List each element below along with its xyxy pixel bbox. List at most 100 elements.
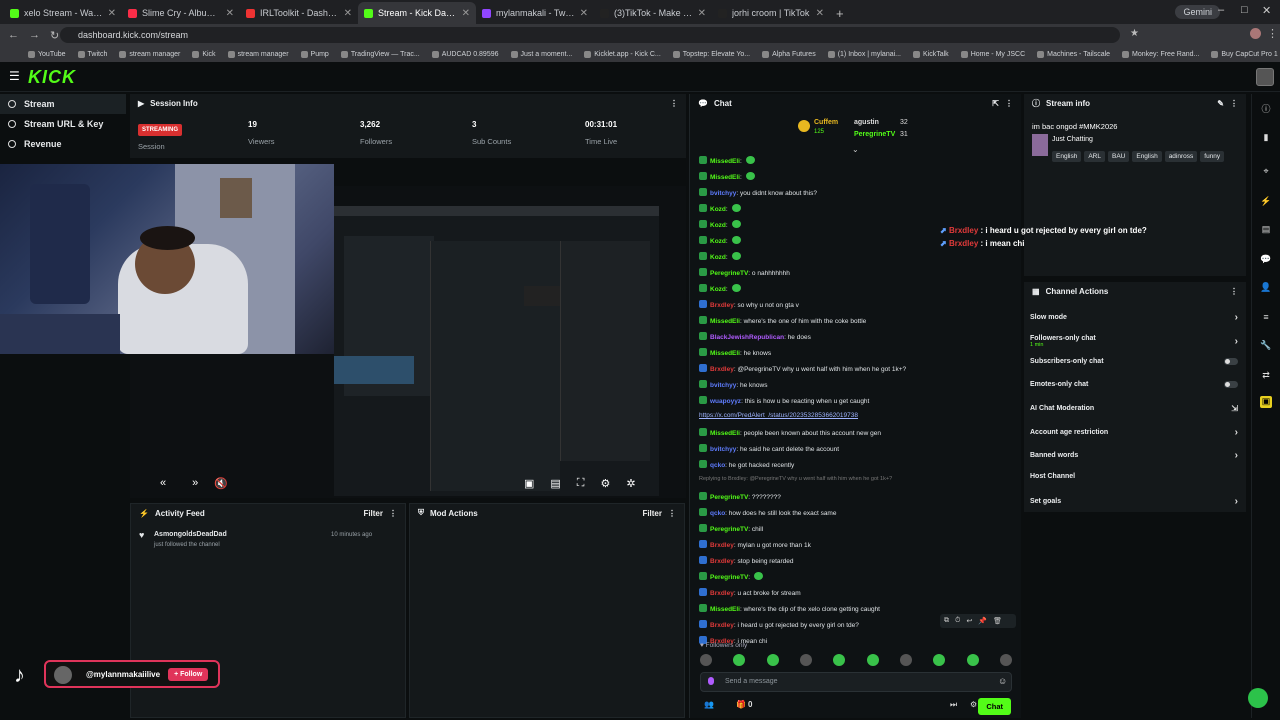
browser-tab[interactable]: Slime Cry - Album by YoungBo ✕ (122, 2, 240, 24)
new-tab-button[interactable]: + (836, 6, 844, 21)
chat-message[interactable]: Replying to Brxdley: @PeregrineTV why u … (699, 476, 892, 482)
bookmark-item[interactable]: Pump (300, 50, 329, 58)
chat-message[interactable]: Brxdley: mylan u got more than 1k (699, 540, 811, 549)
emote-icon[interactable] (733, 654, 746, 666)
chat-username[interactable]: MissedEli (710, 158, 740, 165)
nav-stream[interactable]: Stream (0, 94, 126, 114)
user-avatar[interactable] (1256, 68, 1274, 86)
bookmark-item[interactable]: Buy CapCut Pro 1 M... (1211, 50, 1280, 58)
back-icon[interactable]: ← (8, 29, 19, 41)
channel-action-row[interactable]: Host Channel (1030, 473, 1238, 480)
chat-username[interactable]: BlackJewishRepublican (710, 334, 784, 341)
emoji-icon[interactable]: ☺ (998, 676, 1007, 686)
settings-icon[interactable]: ⚙ (600, 477, 610, 490)
chat-message[interactable]: MissedEli: where's the clip of the xelo … (699, 604, 880, 613)
stream-tag[interactable]: funny (1200, 151, 1225, 162)
chat-message[interactable]: bvitchyy: you didnt know about this? (699, 188, 817, 197)
info-icon[interactable]: ⓘ (1260, 102, 1272, 114)
chat-message[interactable]: Brxdley: u act broke for stream (699, 588, 801, 597)
chat-message[interactable]: MissedEli: he knows (699, 348, 771, 357)
chat-message[interactable]: Kozd: (699, 236, 741, 245)
chat-input[interactable]: Send a message (700, 672, 1012, 692)
rewind-icon[interactable]: « (160, 477, 166, 489)
chat-message[interactable]: https://x.com/PredAlert_/status/20235328… (699, 412, 858, 419)
chat-message[interactable]: qcko: how does he still look the exact s… (699, 508, 836, 517)
chat-username[interactable]: qcko (710, 510, 725, 517)
tab-close-icon[interactable]: ✕ (108, 8, 116, 19)
bookmark-item[interactable]: Topstep: Elevate Yo... (672, 50, 750, 58)
emote-icon[interactable] (799, 654, 812, 666)
maximize-icon[interactable]: □ (1241, 4, 1248, 16)
stream-tag[interactable]: ARL (1084, 151, 1105, 162)
emote-icon[interactable] (999, 654, 1012, 666)
chat-message[interactable]: MissedEli: (699, 172, 755, 181)
top-user-3[interactable]: PeregrineTV (854, 131, 895, 138)
fullscreen-icon[interactable]: ⛶ (577, 477, 585, 490)
list-icon[interactable]: ≡ (1260, 312, 1272, 324)
toggle-switch[interactable] (1224, 358, 1238, 365)
nav-revenue[interactable]: Revenue (0, 134, 126, 154)
channel-action-row[interactable]: Account age restriction › (1030, 427, 1238, 438)
chat-link[interactable]: https://x.com/PredAlert_/status/20235328… (699, 412, 858, 419)
popout-icon[interactable]: ⇱ (992, 99, 999, 108)
activity-user[interactable]: AsmongoldsDeadDad (154, 531, 227, 538)
chat-message[interactable]: MissedEli: people been known about this … (699, 428, 881, 437)
chat-username[interactable]: bvitchyy (710, 190, 736, 197)
stream-tag[interactable]: English (1052, 151, 1082, 162)
chat-username[interactable]: Brxdley (710, 622, 734, 629)
forward-icon[interactable]: → (29, 29, 40, 41)
pip-icon[interactable]: ▤ (550, 477, 560, 490)
share-icon[interactable]: ⇄ (1260, 370, 1272, 382)
mute-icon[interactable]: 🔇 (214, 477, 228, 490)
bookmark-item[interactable]: (1) Inbox | mylanai... (827, 50, 901, 58)
channel-action-row[interactable]: Set goals › (1030, 496, 1238, 507)
bookmark-item[interactable]: stream manager (227, 50, 289, 58)
bookmark-item[interactable]: AUDCAD 0.89596 (431, 50, 499, 58)
reply-icon[interactable]: ↩ (966, 617, 972, 625)
chat-username[interactable]: wuapoyyz (710, 398, 741, 405)
chat-send-button[interactable]: Chat (978, 698, 1011, 715)
more-icon[interactable]: ⋮ (668, 509, 676, 518)
bookmark-star-icon[interactable]: ★ (1130, 28, 1139, 39)
bookmark-item[interactable]: Home - My JSCC (960, 50, 1025, 58)
chat-message[interactable]: PeregrineTV: ???????? (699, 492, 781, 501)
chat-username[interactable]: MissedEli (710, 174, 740, 181)
chat-message[interactable]: qcko: he got hacked recently (699, 460, 794, 469)
browser-tab[interactable]: xelo Stream - Watch Live on Ki ✕ (4, 2, 122, 24)
chart-icon[interactable]: ▮ (1260, 132, 1272, 144)
timeout-icon[interactable]: ⏱ (955, 617, 960, 625)
hamburger-icon[interactable]: ☰ (9, 69, 20, 83)
toggle-switch[interactable] (1224, 381, 1238, 388)
edit-icon[interactable]: ✎ (1217, 99, 1224, 108)
chat-username[interactable]: MissedEli (710, 606, 740, 613)
channel-action-row[interactable]: Subscribers-only chat (1030, 358, 1238, 365)
browser-tab[interactable]: jorhi croom | TikTok ✕ (712, 2, 830, 24)
emote-icon[interactable] (899, 654, 912, 666)
target-icon[interactable]: ⌖ (1260, 166, 1272, 178)
chat-message[interactable]: PeregrineTV: chill (699, 524, 763, 533)
chat-message[interactable]: Brxdley: stop being retarded (699, 556, 794, 565)
chat-username[interactable]: PeregrineTV (710, 494, 748, 501)
gift-icon[interactable]: 🎁 (736, 700, 746, 709)
tab-close-icon[interactable]: ✕ (344, 8, 352, 19)
bookmark-item[interactable]: Twitch (77, 50, 107, 58)
chat-username[interactable]: qcko (710, 462, 725, 469)
chat-message[interactable]: MissedEli: where's the one of him with t… (699, 316, 866, 325)
emote-icon[interactable] (866, 654, 879, 666)
tab-close-icon[interactable]: ✕ (580, 8, 588, 19)
chat-message[interactable]: Kozd: (699, 252, 741, 261)
chat-username[interactable]: Kozd (710, 238, 726, 245)
tab-close-icon[interactable]: ✕ (816, 8, 824, 19)
bookmark-item[interactable]: Kick (192, 50, 216, 58)
chat-username[interactable]: Brxdley (710, 542, 734, 549)
chat-message[interactable]: Brxdley: @PeregrineTV why u went half wi… (699, 364, 906, 373)
top-user-2[interactable]: agustin (854, 119, 879, 126)
bookmark-item[interactable]: Monkey: Free Rand... (1122, 50, 1199, 58)
chat-message[interactable]: Brxdley: so why u not on gta v (699, 300, 799, 309)
chat-username[interactable]: Kozd (710, 254, 726, 261)
activity-filter-button[interactable]: Filter (363, 509, 383, 518)
browser-tab[interactable]: IRLToolkit - Dashboard ✕ (240, 2, 358, 24)
chat-username[interactable]: PeregrineTV (710, 574, 748, 581)
bookmark-item[interactable]: stream manager (119, 50, 180, 58)
chat-message[interactable]: wuapoyyz: this is how u be reacting when… (699, 396, 869, 405)
